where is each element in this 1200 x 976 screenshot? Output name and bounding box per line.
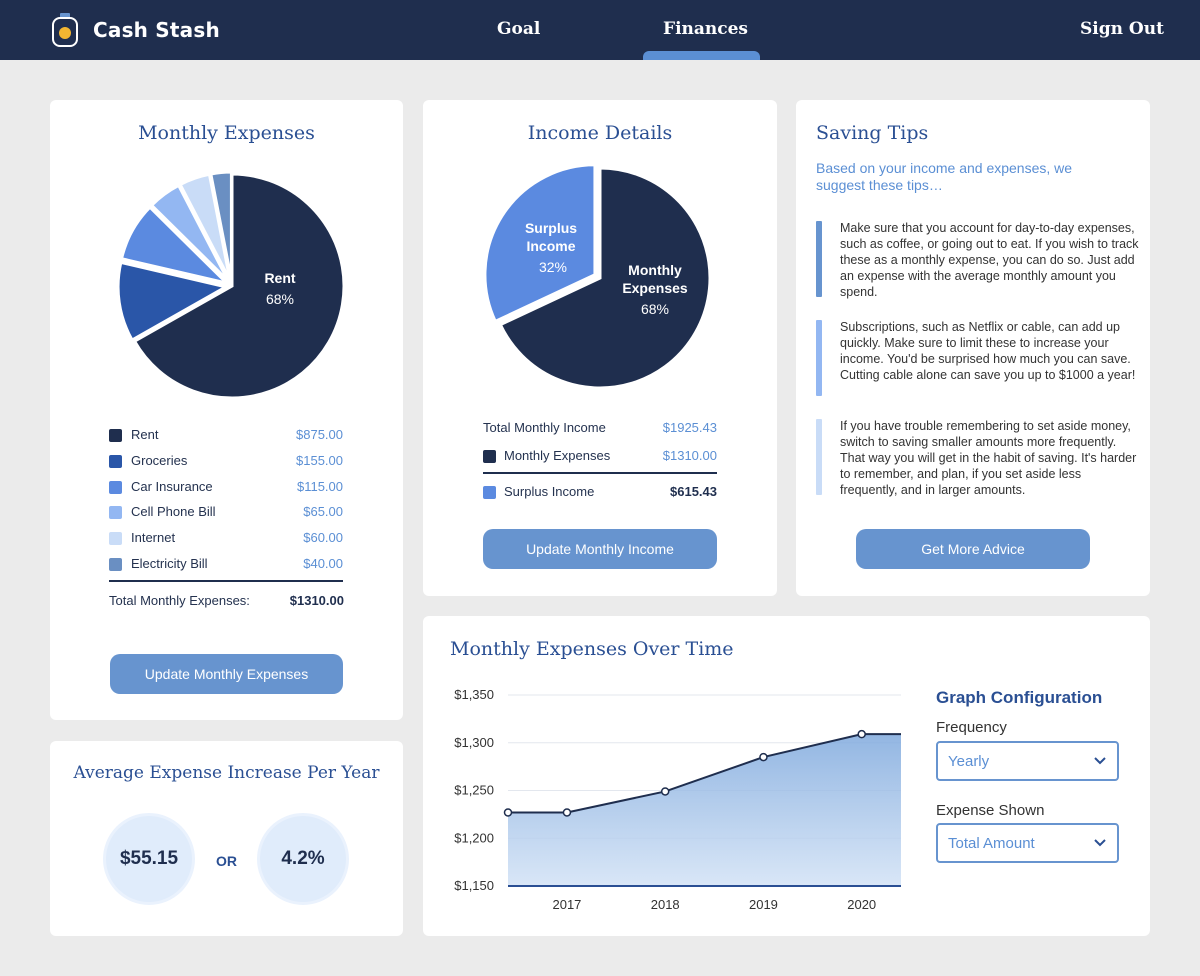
legend-value: $60.00 (303, 530, 343, 546)
total-income-value: $1925.43 (662, 420, 717, 435)
tip-text: Make sure that you account for day-to-da… (840, 221, 1139, 299)
tip-bar (816, 419, 822, 495)
avg-increase-title: Average Expense Increase Per Year (73, 763, 380, 783)
pie-surplus-label-2: Income (526, 238, 575, 254)
avg-increase-percent: 4.2% (257, 813, 349, 905)
graph-config-title: Graph Configuration (936, 688, 1103, 707)
y-tick-label: $1,350 (454, 687, 494, 702)
top-nav-bar: Cash Stash Goal Finances Sign Out (0, 0, 1200, 60)
tip-text: If you have trouble remembering to set a… (840, 419, 1137, 497)
data-point (759, 752, 768, 762)
expense-shown-label: Expense Shown (936, 802, 1045, 819)
surplus-income-label: Surplus Income (504, 484, 595, 499)
legend-swatch (109, 506, 122, 520)
y-tick-label: $1,300 (454, 735, 494, 750)
legend-value: $875.00 (296, 427, 343, 442)
nav-goal[interactable]: Goal (497, 19, 540, 39)
legend-label: Cell Phone Bill (131, 504, 216, 520)
data-point (562, 808, 572, 817)
income-divider (483, 472, 717, 474)
legend-value: $65.00 (303, 504, 343, 520)
monthly-expenses-card: Monthly Expenses Rent 68% Rent $875.00 Gro… (50, 100, 403, 720)
expense-shown-select[interactable]: Total Amount (936, 823, 1119, 863)
legend-row: Electricity Bill $40.00 (109, 554, 343, 574)
expenses-area-chart: 2017 2018 2019 2020 $1,350 $1,300 $1,250 $1,20… (454, 687, 901, 912)
legend-swatch (109, 558, 122, 571)
legend-swatch (109, 429, 122, 442)
frequency-select[interactable]: Yearly (936, 741, 1119, 781)
legend-value: $40.00 (303, 556, 343, 571)
y-tick-label: $1,200 (454, 830, 494, 845)
pie-surplus-percent: 32% (539, 259, 567, 275)
legend-value: $115.00 (296, 478, 343, 494)
expenses-divider (109, 580, 343, 582)
total-income-label: Total Monthly Income (483, 420, 606, 435)
legend-label: Internet (131, 530, 176, 546)
pie-expenses-percent: 68% (641, 301, 669, 317)
legend-swatch (109, 532, 122, 546)
data-point (857, 729, 866, 739)
or-label: OR (216, 853, 237, 869)
legend-row: Rent $875.00 (109, 425, 343, 445)
x-tick-label: 2019 (749, 897, 778, 912)
get-more-advice-button[interactable]: Get More Advice (856, 529, 1090, 569)
update-monthly-expenses-button[interactable]: Update Monthly Expenses (110, 654, 343, 694)
monthly-expenses-swatch (483, 450, 496, 463)
avg-increase-amount: $55.15 (103, 813, 195, 905)
data-point (503, 808, 513, 817)
legend-label: Car Insurance (131, 478, 213, 494)
chevron-down-icon (1094, 839, 1106, 847)
frequency-value: Yearly (948, 753, 990, 770)
active-tab-indicator (643, 51, 760, 60)
saving-tips-card: Saving Tips Based on your income and exp… (796, 100, 1150, 596)
income-details-card: Income Details Surplus Income 32% Monthl… (423, 100, 777, 596)
total-expenses-label: Total Monthly Expenses: (109, 593, 250, 608)
surplus-income-swatch (483, 486, 496, 499)
y-tick-label: $1,150 (454, 878, 494, 893)
legend-swatch (109, 480, 122, 494)
income-pie-chart: Surplus Income 32% Monthly Expenses 68% (483, 163, 712, 390)
expense-shown-value: Total Amount (948, 835, 1035, 852)
pie-rent-label: Rent (264, 270, 295, 286)
legend-label: Rent (131, 427, 159, 442)
nav-sign-out[interactable]: Sign Out (1080, 19, 1164, 39)
data-point (660, 787, 670, 796)
tip-bar (816, 320, 822, 396)
avg-increase-card: Average Expense Increase Per Year $55.15… (50, 741, 403, 936)
saving-tips-title: Saving Tips (816, 122, 929, 144)
tip-text: Subscriptions, such as Netflix or cable,… (840, 320, 1136, 382)
pie-expenses-label-1: Monthly (628, 262, 682, 278)
saving-tips-intro: Based on your income and expenses, we su… (816, 160, 1073, 193)
pie-rent-percent: 68% (266, 291, 294, 307)
legend-label: Groceries (131, 452, 188, 468)
pie-expenses-label-2: Expenses (622, 280, 688, 296)
x-tick-label: 2017 (552, 897, 581, 912)
x-tick-label: 2020 (847, 897, 876, 912)
nav-finances[interactable]: Finances (663, 19, 748, 39)
app-title: Cash Stash (93, 18, 220, 42)
legend-row: Car Insurance $115.00 (109, 477, 343, 497)
income-monthly-expenses-value: $1310.00 (662, 448, 717, 463)
legend-row: Cell Phone Bill $65.00 (109, 502, 343, 522)
expenses-pie-chart: Rent 68% (116, 170, 346, 400)
legend-row: Groceries $155.00 (109, 451, 343, 471)
legend-row: Internet $60.00 (109, 528, 343, 548)
expenses-over-time-card: Monthly Expenses Over Time 2017 2018 2019 2… (423, 616, 1150, 936)
update-monthly-income-button[interactable]: Update Monthly Income (483, 529, 717, 569)
chevron-down-icon (1094, 757, 1106, 765)
tip-bar (816, 221, 822, 297)
frequency-label: Frequency (936, 719, 1007, 736)
legend-swatch (109, 454, 122, 468)
legend-value: $155.00 (296, 452, 343, 468)
x-tick-label: 2018 (651, 897, 680, 912)
pie-surplus-label-1: Surplus (525, 220, 577, 236)
total-expenses-value: $1310.00 (289, 593, 344, 608)
income-monthly-expenses-label: Monthly Expenses (504, 448, 611, 463)
surplus-income-value: $615.43 (670, 484, 717, 499)
y-tick-label: $1,250 (454, 783, 494, 798)
legend-label: Electricity Bill (131, 556, 208, 571)
jar-logo-icon[interactable] (51, 13, 79, 47)
